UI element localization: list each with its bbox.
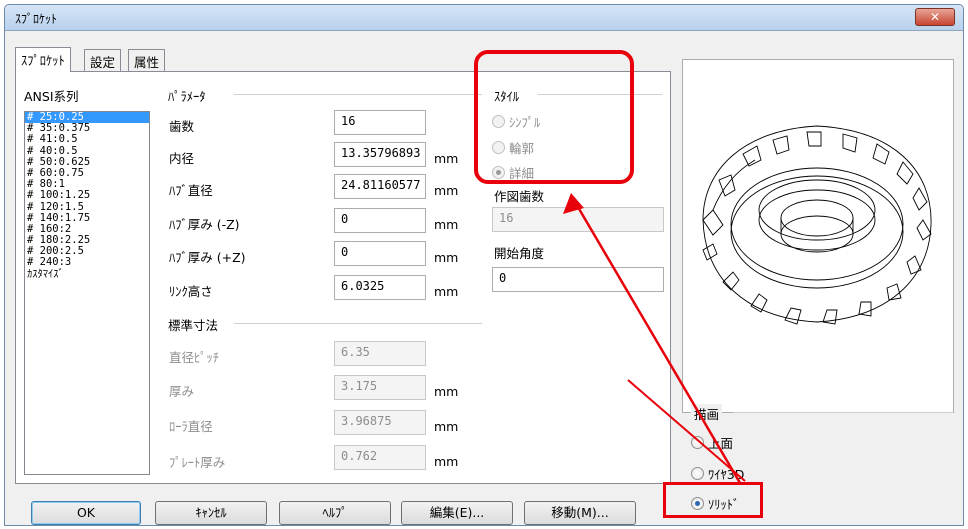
teeth-field[interactable]: 16	[334, 110, 426, 135]
hub-thick-neg-label: ﾊﾌﾞ厚み (-Z)	[169, 217, 240, 232]
render-wire3d-label: ﾜｲﾔ3D	[708, 467, 745, 482]
list-item[interactable]: # 120:1.5	[25, 201, 149, 213]
render-top-label: 上面	[708, 436, 734, 451]
standard-group-line	[234, 323, 482, 324]
thickness-unit: mm	[434, 384, 459, 399]
hub-dia-unit: mm	[434, 183, 459, 198]
link-height-field[interactable]: 6.0325	[334, 275, 426, 300]
hub-dia-label: ﾊﾌﾞ直径	[169, 183, 213, 198]
plate-thick-unit: mm	[434, 454, 459, 469]
help-button[interactable]: ﾍﾙﾌﾟ	[279, 501, 391, 525]
pitch-label: 直径ﾋﾟｯﾁ	[169, 350, 220, 365]
tab-sprocket[interactable]: ｽﾌﾟﾛｹｯﾄ	[15, 47, 71, 72]
sprocket-preview	[682, 59, 954, 413]
hub-thick-neg-field[interactable]: 0	[334, 208, 426, 233]
sprocket-wireframe-icon	[702, 125, 932, 325]
hub-thick-neg-unit: mm	[434, 217, 459, 232]
close-button[interactable]: ✕	[915, 8, 955, 26]
list-item[interactable]: # 41:0.5	[25, 134, 149, 145]
plate-thick-field: 0.762	[334, 445, 426, 470]
start-angle-label: 開始角度	[494, 246, 545, 261]
list-item[interactable]: # 100:1.25	[25, 190, 149, 201]
plate-thick-label: ﾌﾟﾚｰﾄ厚み	[169, 455, 226, 470]
window-title: ｽﾌﾟﾛｹｯﾄ	[15, 12, 58, 26]
ansi-listbox[interactable]: # 25:0.25 # 35:0.375 # 41:0.5 # 40:0.5 #…	[24, 111, 150, 475]
link-height-unit: mm	[434, 284, 459, 299]
link-height-label: ﾘﾝｸ高さ	[169, 284, 213, 299]
cancel-button[interactable]: ｷｬﾝｾﾙ	[155, 501, 267, 525]
roller-dia-label: ﾛｰﾗ直径	[169, 419, 213, 434]
style-highlight-box	[474, 50, 634, 184]
teeth-label: 歯数	[169, 119, 195, 134]
ok-button[interactable]: OK	[31, 501, 141, 525]
inner-dia-unit: mm	[434, 151, 459, 166]
standard-group-label: 標準寸法	[168, 318, 219, 333]
draw-teeth-field: 16	[492, 207, 664, 232]
render-radio-wire3d[interactable]: ﾜｲﾔ3D	[691, 464, 744, 483]
hub-thick-pos-label: ﾊﾌﾞ厚み (+Z)	[169, 250, 246, 265]
render-radio-top[interactable]: 上面	[691, 433, 733, 452]
params-group-label: ﾊﾟﾗﾒｰﾀ	[168, 89, 206, 104]
thickness-label: 厚み	[169, 384, 195, 399]
start-angle-field[interactable]: 0	[492, 267, 664, 292]
inner-dia-label: 内径	[169, 151, 195, 166]
render-group-line	[733, 412, 953, 413]
render-group-label: 描画	[691, 404, 723, 423]
draw-teeth-label: 作図歯数	[494, 189, 545, 204]
hub-thick-pos-field[interactable]: 0	[334, 241, 426, 266]
hub-dia-field[interactable]: 24.81160577	[334, 174, 426, 199]
radio-dot	[691, 467, 704, 480]
inner-dia-field[interactable]: 13.35796893	[334, 142, 426, 167]
tab-settings[interactable]: 設定	[84, 49, 122, 71]
roller-dia-unit: mm	[434, 419, 459, 434]
params-group-line	[234, 94, 482, 95]
edit-button[interactable]: 編集(E)...	[401, 501, 513, 525]
thickness-field: 3.175	[334, 375, 426, 400]
solid-highlight-box	[663, 482, 763, 518]
pitch-field: 6.35	[334, 341, 426, 366]
title-bar[interactable]: ｽﾌﾟﾛｹｯﾄ ✕	[5, 5, 963, 31]
tab-attributes[interactable]: 属性	[128, 49, 166, 71]
roller-dia-field: 3.96875	[334, 410, 426, 435]
list-item[interactable]: # 240:3	[25, 257, 149, 268]
ansi-label: ANSI系列	[24, 89, 79, 104]
radio-dot	[691, 436, 704, 449]
move-button[interactable]: 移動(M)...	[524, 501, 636, 525]
list-item[interactable]: ｶｽﾀﾏｲｽﾞ	[25, 268, 149, 280]
hub-thick-pos-unit: mm	[434, 250, 459, 265]
